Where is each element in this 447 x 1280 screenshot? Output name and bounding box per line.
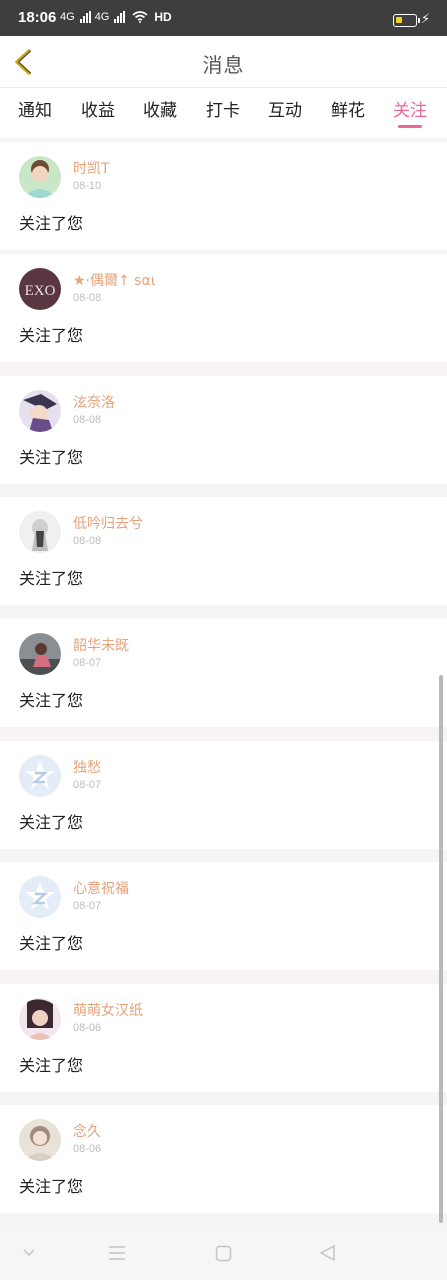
tab-favorites[interactable]: 收藏: [143, 96, 177, 121]
avatar[interactable]: [19, 755, 61, 797]
list-item[interactable]: 独愁 08-07 关注了您: [0, 741, 447, 849]
follow-date: 08-06: [73, 1143, 102, 1155]
avatar[interactable]: [19, 390, 61, 432]
signal-bars-icon: [79, 11, 91, 23]
list-item[interactable]: 念久 08-06 关注了您: [0, 1105, 447, 1213]
tab-checkin[interactable]: 打卡: [206, 96, 240, 121]
avatar[interactable]: EXO: [19, 268, 61, 310]
message-tabs: 通知 收益 收藏 打卡 互动 鲜花 关注: [0, 88, 447, 138]
follow-message: 关注了您: [19, 1177, 84, 1196]
follow-message: 关注了您: [19, 1056, 84, 1075]
system-navigation-bar: [0, 1226, 447, 1280]
tab-interaction[interactable]: 互动: [268, 96, 302, 121]
username[interactable]: 萌萌女汉纸: [73, 1000, 143, 1020]
status-time: 18:06: [18, 9, 57, 26]
avatar[interactable]: [19, 156, 61, 198]
follow-message: 关注了您: [19, 214, 84, 233]
follow-date: 08-06: [73, 1022, 102, 1034]
back-triangle-icon[interactable]: [319, 1244, 337, 1262]
avatar[interactable]: [19, 876, 61, 918]
list-item[interactable]: 韶华未既 08-07 关注了您: [0, 619, 447, 727]
battery-level: [396, 17, 402, 23]
page-title: 消息: [202, 53, 245, 77]
list-item[interactable]: 低吟归去兮 08-08 关注了您: [0, 497, 447, 605]
signal-indicators: 4G 4G HD: [60, 10, 172, 24]
follow-date: 08-10: [73, 180, 102, 192]
avatar-badge-text: EXO: [25, 283, 56, 299]
follow-date: 08-08: [73, 535, 102, 547]
follow-date: 08-07: [73, 657, 102, 669]
username[interactable]: 韶华未既: [73, 635, 129, 655]
tab-earnings[interactable]: 收益: [81, 96, 115, 121]
follow-message: 关注了您: [19, 326, 84, 345]
signal-4g-label: 4G: [60, 11, 75, 23]
tab-notice[interactable]: 通知: [18, 96, 52, 121]
status-bar: 18:06 4G 4G HD ⚡: [0, 0, 447, 36]
follow-message: 关注了您: [19, 691, 84, 710]
list-item[interactable]: 萌萌女汉纸 08-06 关注了您: [0, 984, 447, 1092]
username[interactable]: ★·偶爾↑ sαι: [73, 270, 155, 290]
signal-bars-icon-2: [114, 11, 126, 23]
list-item[interactable]: 时凯T 08-10 关注了您: [0, 142, 447, 250]
wifi-icon: [132, 11, 148, 23]
menu-icon[interactable]: [108, 1245, 126, 1261]
username[interactable]: 心意祝福: [73, 878, 129, 898]
battery-icon: [393, 14, 420, 27]
tab-flowers[interactable]: 鲜花: [331, 96, 365, 121]
list-item[interactable]: 泫奈洛 08-08 关注了您: [0, 376, 447, 484]
follow-message: 关注了您: [19, 569, 84, 588]
avatar[interactable]: [19, 633, 61, 675]
avatar[interactable]: [19, 511, 61, 553]
navigation-bar: 消息: [0, 36, 447, 88]
signal-4g-label-2: 4G: [94, 11, 110, 23]
follow-message: 关注了您: [19, 813, 84, 832]
list-item[interactable]: 心意祝福 08-07 关注了您: [0, 862, 447, 970]
charging-icon: ⚡: [421, 12, 431, 27]
chevron-down-icon[interactable]: [22, 1248, 36, 1258]
follow-date: 08-08: [73, 414, 102, 426]
home-square-icon[interactable]: [215, 1245, 232, 1262]
follow-date: 08-08: [73, 292, 102, 304]
avatar[interactable]: [19, 998, 61, 1040]
avatar[interactable]: [19, 1119, 61, 1161]
hd-label: HD: [154, 10, 172, 24]
username[interactable]: 时凯T: [73, 158, 110, 178]
follow-date: 08-07: [73, 779, 102, 791]
follow-message: 关注了您: [19, 934, 84, 953]
username[interactable]: 念久: [73, 1121, 101, 1141]
list-item[interactable]: EXO ★·偶爾↑ sαι 08-08 关注了您: [0, 254, 447, 362]
username[interactable]: 低吟归去兮: [73, 513, 143, 533]
scrollbar[interactable]: [439, 675, 443, 1223]
tab-active-indicator: [398, 125, 422, 128]
follow-message: 关注了您: [19, 448, 84, 467]
follow-date: 08-07: [73, 900, 102, 912]
username[interactable]: 泫奈洛: [73, 392, 115, 412]
username[interactable]: 独愁: [73, 757, 101, 777]
tab-follow[interactable]: 关注: [393, 96, 427, 121]
